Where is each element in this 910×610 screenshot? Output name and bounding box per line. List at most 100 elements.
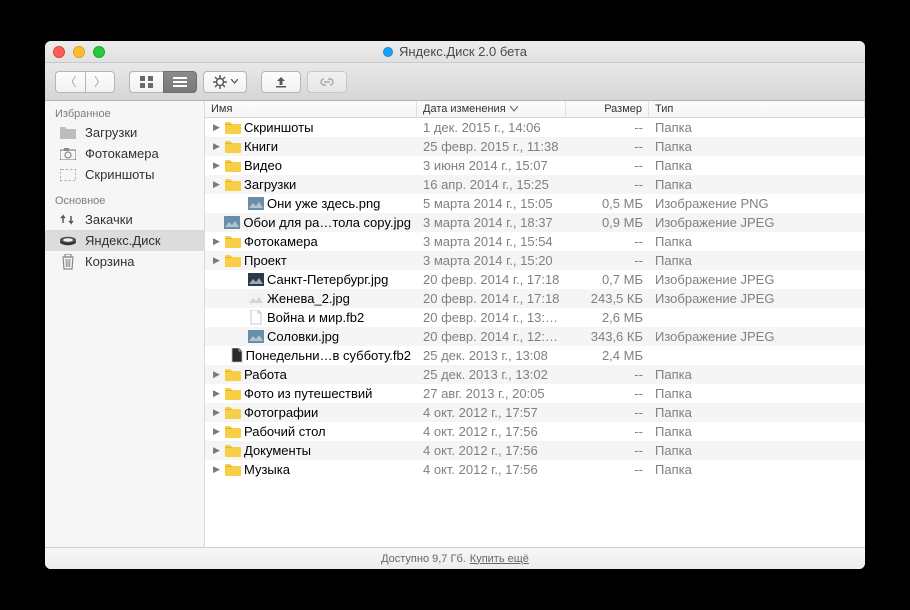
file-name: Рабочий стол <box>244 424 326 439</box>
window-title: Яндекс.Диск 2.0 бета <box>45 44 865 59</box>
file-row[interactable]: Понедельни…в субботу.fb225 дек. 2013 г.,… <box>205 346 865 365</box>
disclosure-triangle[interactable]: ▶ <box>211 255 222 266</box>
file-row[interactable]: Соловки.jpg20 февр. 2014 г., 12:…343,6 К… <box>205 327 865 346</box>
file-row[interactable]: ▶Фотокамера3 марта 2014 г., 15:54--Папка <box>205 232 865 251</box>
file-icon <box>248 272 264 288</box>
disclosure-triangle[interactable]: ▶ <box>211 426 222 437</box>
close-button[interactable] <box>53 46 65 58</box>
file-name: Книги <box>244 139 278 154</box>
file-kind: Папка <box>649 158 865 173</box>
file-size: -- <box>566 462 649 477</box>
file-row[interactable]: ▶Видео3 июня 2014 г., 15:07--Папка <box>205 156 865 175</box>
sidebar-item[interactable]: Фотокамера <box>45 143 204 164</box>
sidebar-item-label: Фотокамера <box>85 146 159 161</box>
icon-view-button[interactable] <box>129 71 163 93</box>
sidebar-item-label: Корзина <box>85 254 135 269</box>
file-icon <box>248 310 264 326</box>
file-icon <box>248 196 264 212</box>
traffic-lights <box>53 46 105 58</box>
file-size: -- <box>566 234 649 249</box>
file-row[interactable]: ▶Загрузки16 апр. 2014 г., 15:25--Папка <box>205 175 865 194</box>
file-date: 27 авг. 2013 г., 20:05 <box>417 386 566 401</box>
file-name: Фотографии <box>244 405 318 420</box>
file-row[interactable]: Женева_2.jpg20 февр. 2014 г., 17:18243,5… <box>205 289 865 308</box>
sidebar-item[interactable]: Корзина <box>45 251 204 272</box>
forward-button[interactable]: 〉 <box>85 71 115 93</box>
sidebar-item[interactable]: Скриншоты <box>45 164 204 185</box>
file-row[interactable]: ▶Проект3 марта 2014 г., 15:20--Папка <box>205 251 865 270</box>
file-icon <box>225 158 241 174</box>
file-row[interactable]: ▶Документы4 окт. 2012 г., 17:56--Папка <box>205 441 865 460</box>
link-icon <box>319 76 335 88</box>
disclosure-triangle[interactable]: ▶ <box>211 160 222 171</box>
file-row[interactable]: Они уже здесь.png5 марта 2014 г., 15:050… <box>205 194 865 213</box>
file-size: -- <box>566 443 649 458</box>
minimize-button[interactable] <box>73 46 85 58</box>
sidebar-item[interactable]: Загрузки <box>45 122 204 143</box>
disclosure-triangle[interactable]: ▶ <box>211 445 222 456</box>
disclosure-triangle[interactable]: ▶ <box>211 369 222 380</box>
col-size[interactable]: Размер <box>566 101 649 117</box>
disclosure-triangle[interactable]: ▶ <box>211 464 222 475</box>
file-row[interactable]: ▶Работа25 дек. 2013 г., 13:02--Папка <box>205 365 865 384</box>
file-icon <box>225 139 241 155</box>
transfers-icon <box>59 213 77 227</box>
file-kind: Папка <box>649 120 865 135</box>
main-pane: Имя Дата изменения Размер Тип ▶Скриншоты… <box>205 101 865 547</box>
titlebar[interactable]: Яндекс.Диск 2.0 бета <box>45 41 865 63</box>
disclosure-triangle[interactable]: ▶ <box>211 407 222 418</box>
footer-text: Доступно 9,7 Гб. <box>381 553 466 565</box>
file-name: Они уже здесь.png <box>267 196 380 211</box>
action-dropdown[interactable] <box>203 71 247 93</box>
file-kind: Папка <box>649 405 865 420</box>
file-row[interactable]: ▶Рабочий стол4 окт. 2012 г., 17:56--Папк… <box>205 422 865 441</box>
file-row[interactable]: ▶Фотографии4 окт. 2012 г., 17:57--Папка <box>205 403 865 422</box>
sidebar-item-label: Закачки <box>85 212 133 227</box>
file-row[interactable]: Война и мир.fb220 февр. 2014 г., 13:…2,6… <box>205 308 865 327</box>
sidebar-item-label: Загрузки <box>85 125 137 140</box>
file-list[interactable]: ▶Скриншоты1 дек. 2015 г., 14:06--Папка▶К… <box>205 118 865 547</box>
list-view-button[interactable] <box>163 71 197 93</box>
file-icon <box>225 177 241 193</box>
file-icon <box>225 462 241 478</box>
file-date: 3 июня 2014 г., 15:07 <box>417 158 566 173</box>
file-row[interactable]: Санкт-Петербург.jpg20 февр. 2014 г., 17:… <box>205 270 865 289</box>
disclosure-triangle[interactable]: ▶ <box>211 141 222 152</box>
buy-more-link[interactable]: Купить ещё <box>470 553 529 565</box>
file-icon <box>225 386 241 402</box>
file-name: Фотокамера <box>244 234 318 249</box>
back-button[interactable]: 〈 <box>55 71 85 93</box>
file-name: Работа <box>244 367 287 382</box>
file-row[interactable]: ▶ Фото из путешествий 27 авг. 2013 г., 20:… <box>205 384 865 403</box>
sidebar-item[interactable]: Яндекс.Диск <box>45 230 204 251</box>
file-kind: Изображение JPEG <box>649 329 865 344</box>
file-row[interactable]: ▶Скриншоты1 дек. 2015 г., 14:06--Папка <box>205 118 865 137</box>
share-button[interactable] <box>307 71 347 93</box>
disclosure-triangle[interactable]: ▶ <box>211 388 222 399</box>
file-icon <box>225 424 241 440</box>
file-icon <box>225 234 241 250</box>
screenshots-icon <box>59 168 77 182</box>
status-bar: Доступно 9,7 Гб. Купить ещё <box>45 547 865 569</box>
chevron-down-icon <box>231 79 238 84</box>
file-date: 4 окт. 2012 г., 17:57 <box>417 405 566 420</box>
file-icon <box>225 405 241 421</box>
file-row[interactable]: ▶Музыка4 окт. 2012 г., 17:56--Папка <box>205 460 865 479</box>
disclosure-triangle[interactable]: ▶ <box>211 122 222 133</box>
file-row[interactable]: ▶Книги25 февр. 2015 г., 11:38--Папка <box>205 137 865 156</box>
upload-button[interactable] <box>261 71 301 93</box>
file-row[interactable]: Обои для ра…тола copy.jpg3 марта 2014 г.… <box>205 213 865 232</box>
file-icon <box>231 348 243 364</box>
sidebar-item[interactable]: Закачки <box>45 209 204 230</box>
file-date: 3 марта 2014 г., 18:37 <box>417 215 566 230</box>
disclosure-triangle[interactable]: ▶ <box>211 236 222 247</box>
disclosure-triangle[interactable]: ▶ <box>211 179 222 190</box>
file-name: Фото из путешествий <box>244 386 372 401</box>
col-name[interactable]: Имя <box>205 101 417 117</box>
zoom-button[interactable] <box>93 46 105 58</box>
trash-icon <box>59 255 77 269</box>
file-kind: Изображение PNG <box>649 196 865 211</box>
col-date[interactable]: Дата изменения <box>417 101 566 117</box>
col-kind[interactable]: Тип <box>649 101 865 117</box>
file-size: 243,5 КБ <box>566 291 649 306</box>
